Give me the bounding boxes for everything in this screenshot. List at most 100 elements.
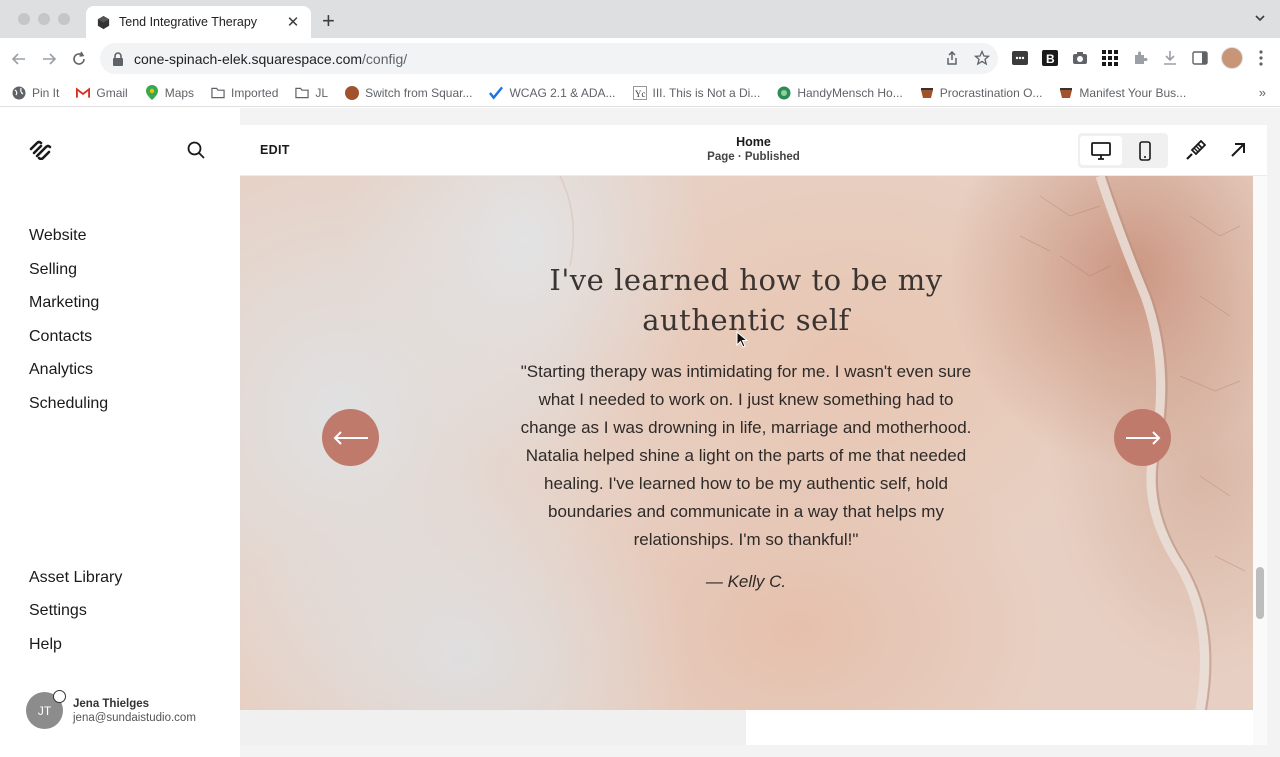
nav-selling[interactable]: Selling bbox=[29, 261, 77, 279]
user-email: jena@sundaistudio.com bbox=[73, 711, 196, 724]
side-panel-icon[interactable] bbox=[1191, 49, 1209, 67]
url-host: cone-spinach-elek.squarespace.com bbox=[134, 50, 363, 67]
camera-icon[interactable] bbox=[1071, 49, 1089, 67]
tab-search-chevron-icon[interactable] bbox=[1254, 12, 1266, 24]
cup-favicon-icon bbox=[920, 86, 934, 100]
window-minimize-dot[interactable] bbox=[38, 13, 50, 25]
desktop-view-button[interactable] bbox=[1080, 136, 1122, 165]
user-profile[interactable]: JT Jena Thielges jena@sundaistudio.com bbox=[26, 690, 196, 729]
window-maximize-dot[interactable] bbox=[58, 13, 70, 25]
profile-avatar-icon[interactable] bbox=[1221, 47, 1243, 69]
bookmark-label: Gmail bbox=[96, 85, 128, 100]
address-bar[interactable]: cone-spinach-elek.squarespace.com/config… bbox=[100, 43, 998, 74]
download-icon[interactable] bbox=[1161, 49, 1179, 67]
arrow-right-icon bbox=[1125, 430, 1160, 445]
bookmark-item[interactable]: Yc III. This is Not a Di... bbox=[632, 85, 761, 100]
bookmark-item[interactable]: Manifest Your Bus... bbox=[1059, 86, 1186, 100]
previous-slide-button[interactable] bbox=[322, 409, 379, 466]
mobile-icon bbox=[1139, 140, 1151, 161]
tab-title: Tend Integrative Therapy bbox=[119, 15, 258, 29]
heading-line: I've learned how to be my bbox=[549, 263, 943, 297]
url-path: /config/ bbox=[362, 50, 408, 67]
lock-icon[interactable] bbox=[112, 51, 124, 66]
extensions-puzzle-icon[interactable] bbox=[1131, 49, 1149, 67]
svg-text:B: B bbox=[1046, 52, 1055, 66]
nav-analytics[interactable]: Analytics bbox=[29, 361, 93, 379]
browser-tab-strip: Tend Integrative Therapy ✕ + bbox=[0, 0, 1280, 38]
forward-arrow-icon[interactable] bbox=[40, 50, 58, 68]
cup-favicon-icon bbox=[1059, 86, 1073, 100]
mobile-view-button[interactable] bbox=[1124, 136, 1166, 165]
bookmark-item[interactable]: WCAG 2.1 & ADA... bbox=[489, 85, 616, 100]
bookmark-item[interactable]: Procrastination O... bbox=[920, 85, 1043, 100]
scrollbar[interactable] bbox=[1253, 176, 1267, 745]
nav-website[interactable]: Website bbox=[29, 227, 87, 245]
share-icon[interactable] bbox=[944, 50, 960, 66]
editor-header: EDIT Home Page · Published bbox=[240, 125, 1267, 176]
testimonial-section[interactable]: I've learned how to be my authentic self… bbox=[240, 176, 1253, 710]
bookmark-label: Procrastination O... bbox=[939, 85, 1043, 100]
quote-line: relationships. I'm so thankful!" bbox=[633, 530, 859, 549]
next-slide-button[interactable] bbox=[1114, 409, 1171, 466]
scrollbar-thumb[interactable] bbox=[1256, 567, 1264, 619]
new-tab-icon[interactable]: + bbox=[322, 10, 335, 32]
testimonial-author: — Kelly C. bbox=[705, 572, 787, 591]
bookmark-item[interactable]: Pin It bbox=[12, 86, 59, 100]
user-name: Jena Thielges bbox=[73, 697, 150, 710]
bookmark-label: Imported bbox=[231, 85, 279, 100]
quote-line: Natalia helped shine a light on the part… bbox=[525, 446, 967, 465]
nav-marketing[interactable]: Marketing bbox=[29, 294, 99, 312]
next-section-left bbox=[240, 710, 746, 745]
bookmark-item[interactable]: Imported bbox=[211, 86, 278, 100]
bookmark-item[interactable]: Maps bbox=[145, 85, 195, 100]
cube-favicon-icon bbox=[97, 15, 110, 29]
desktop-icon bbox=[1091, 141, 1111, 160]
browser-menu-icon[interactable] bbox=[1252, 49, 1270, 67]
yc-favicon-icon: Yc bbox=[632, 85, 647, 100]
bookmark-label: Maps bbox=[164, 85, 195, 100]
bookmarks-overflow-icon[interactable]: » bbox=[1259, 85, 1266, 100]
next-section-right bbox=[746, 710, 1253, 745]
bookmarks-bar: Pin It Gmail Maps Imported JL Switch fro… bbox=[0, 79, 1280, 107]
search-icon[interactable] bbox=[187, 141, 205, 159]
bookmark-label: Pin It bbox=[32, 85, 60, 100]
apps-grid-icon[interactable] bbox=[1101, 49, 1119, 67]
tab-close-icon[interactable]: ✕ bbox=[285, 13, 301, 31]
bookmark-label: Manifest Your Bus... bbox=[1079, 85, 1187, 100]
nav-asset-library[interactable]: Asset Library bbox=[29, 569, 122, 587]
bookmark-label: WCAG 2.1 & ADA... bbox=[509, 85, 616, 100]
device-view-toggle bbox=[1078, 133, 1168, 168]
globe-favicon-icon bbox=[777, 86, 791, 100]
extension-b-icon[interactable]: B bbox=[1041, 49, 1059, 67]
browser-tab[interactable]: Tend Integrative Therapy ✕ bbox=[86, 6, 311, 38]
nav-contacts[interactable]: Contacts bbox=[29, 328, 92, 346]
arrow-left-icon bbox=[333, 430, 368, 445]
maps-pin-icon bbox=[145, 85, 159, 100]
style-brush-icon[interactable] bbox=[1184, 140, 1206, 162]
check-favicon-icon bbox=[489, 86, 504, 100]
window-close-dot[interactable] bbox=[18, 13, 30, 25]
nav-scheduling[interactable]: Scheduling bbox=[29, 395, 108, 413]
exit-arrow-icon[interactable] bbox=[1230, 142, 1246, 158]
folder-icon bbox=[211, 86, 225, 100]
avatar[interactable]: JT bbox=[26, 690, 66, 729]
testimonial-quote: "Starting therapy was intimidating for m… bbox=[502, 358, 990, 554]
back-arrow-icon[interactable] bbox=[10, 50, 28, 68]
bookmark-label: HandyMensch Ho... bbox=[797, 85, 903, 100]
bookmark-item[interactable]: HandyMensch Ho... bbox=[777, 85, 903, 100]
nav-settings[interactable]: Settings bbox=[29, 602, 87, 620]
quote-line: change as I was drowning in life, marria… bbox=[520, 418, 972, 437]
squarespace-logo-icon[interactable] bbox=[28, 140, 52, 160]
url-text: cone-spinach-elek.squarespace.com/config… bbox=[134, 51, 407, 67]
bookmark-star-icon[interactable] bbox=[974, 50, 990, 66]
bookmark-item[interactable]: JL bbox=[295, 86, 328, 100]
quote-line: boundaries and communicate in a way that… bbox=[548, 502, 944, 521]
extension-dots-icon[interactable] bbox=[1011, 49, 1029, 67]
reload-icon[interactable] bbox=[70, 50, 88, 68]
bookmark-label: III. This is Not a Di... bbox=[652, 85, 761, 100]
gmail-icon bbox=[76, 86, 91, 100]
notification-badge-icon bbox=[53, 690, 66, 703]
bookmark-item[interactable]: Switch from Squar... bbox=[345, 85, 472, 100]
bookmark-item[interactable]: Gmail bbox=[76, 85, 128, 100]
nav-help[interactable]: Help bbox=[29, 636, 62, 654]
